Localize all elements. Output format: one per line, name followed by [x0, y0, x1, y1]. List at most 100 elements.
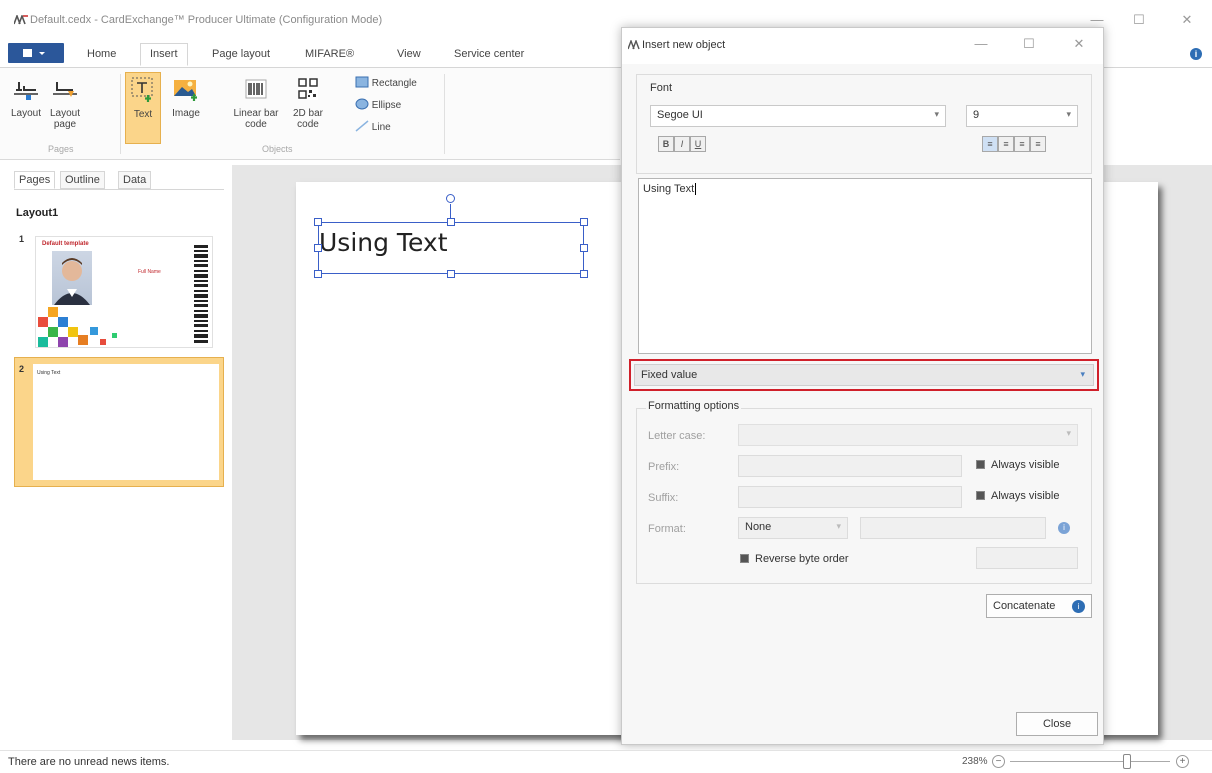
align-right-button[interactable]: ≡ [1014, 136, 1030, 152]
rectangle-button[interactable]: Rectangle [355, 76, 417, 89]
text-value-area[interactable]: Using Text [638, 178, 1092, 354]
source-value: Fixed value [641, 369, 698, 381]
format-mask-input[interactable] [860, 517, 1046, 539]
text-object[interactable]: Using Text [318, 222, 584, 274]
group-separator [444, 74, 445, 154]
objects-group-label: Objects [262, 144, 293, 154]
zoom-slider-track[interactable] [1010, 761, 1170, 762]
resize-handle[interactable] [580, 218, 588, 226]
file-menu-button[interactable] [8, 43, 64, 63]
zoom-out-button[interactable]: − [992, 755, 1005, 768]
page-thumbnail-1[interactable]: 1 Default template Full Name [14, 229, 224, 348]
page-number: 2 [19, 364, 25, 374]
card-preview: Default template Full Name [35, 236, 213, 348]
reverse-byte-order-checkbox[interactable]: Reverse byte order [740, 553, 849, 565]
resize-handle[interactable] [580, 270, 588, 278]
layout-page-button[interactable]: Layout page [44, 74, 86, 130]
dialog-maximize-button[interactable]: ☐ [1014, 32, 1044, 56]
canvas-text: Using Text [319, 228, 448, 257]
app-logo-icon [13, 13, 28, 25]
always-visible-label: Always visible [991, 490, 1060, 502]
qr-code-icon [294, 74, 322, 104]
italic-button[interactable]: I [674, 136, 690, 152]
2d-barcode-label-2: code [297, 119, 319, 130]
chevron-down-icon: ▾ [934, 109, 939, 119]
suffix-input[interactable] [738, 486, 962, 508]
image-button[interactable]: Image [164, 74, 208, 119]
zoom-slider-thumb[interactable] [1123, 754, 1131, 769]
tab-page-layout[interactable]: Page layout [212, 48, 270, 60]
prefix-input[interactable] [738, 455, 962, 477]
resize-handle[interactable] [447, 218, 455, 226]
close-button[interactable]: ✕ [1172, 8, 1202, 32]
zoom-in-button[interactable]: + [1176, 755, 1189, 768]
rectangle-icon [355, 76, 369, 88]
plus-icon: + [1179, 756, 1186, 767]
layout-page-label-2: page [53, 119, 77, 130]
dialog-close-btn[interactable]: Close [1016, 712, 1098, 736]
rotation-handle[interactable] [446, 194, 455, 203]
panel-tab-data[interactable]: Data [118, 171, 152, 189]
ribbon-insert-panel: Layout Layout page Pages Text Image Line… [0, 68, 620, 160]
letter-case-label: Letter case: [648, 430, 706, 442]
align-center-button[interactable]: ≡ [998, 136, 1014, 152]
ellipse-button[interactable]: Ellipse [355, 98, 401, 111]
tab-insert[interactable]: Insert [140, 43, 188, 66]
source-dropdown[interactable]: Fixed value ▾ [634, 364, 1094, 386]
barcode-icon [242, 74, 270, 104]
resize-handle[interactable] [314, 218, 322, 226]
info-icon[interactable]: i [1058, 522, 1070, 534]
align-justify-button[interactable]: ≡ [1030, 136, 1046, 152]
text-icon [129, 75, 157, 105]
concatenate-label: Concatenate [993, 600, 1056, 612]
dialog-minimize-button[interactable]: — [966, 32, 996, 56]
card-title: Default template [42, 241, 89, 247]
maximize-icon: ☐ [1023, 36, 1035, 51]
layout-label: Layout [10, 108, 42, 119]
format-label: Format: [648, 523, 686, 535]
2d-barcode-label-1: 2D bar [292, 108, 323, 119]
font-name-dropdown[interactable]: Segoe UI ▾ [650, 105, 946, 127]
resize-handle[interactable] [314, 270, 322, 278]
tab-view[interactable]: View [397, 48, 421, 60]
layout-name: Layout1 [16, 207, 59, 219]
close-icon: ✕ [1073, 36, 1085, 51]
text-button[interactable]: Text [125, 72, 161, 144]
prefix-always-visible-checkbox[interactable]: Always visible [976, 459, 1059, 471]
tab-service-center[interactable]: Service center [454, 48, 524, 60]
dialog-title: Insert new object [642, 39, 726, 51]
resize-handle[interactable] [580, 244, 588, 252]
format-dropdown[interactable]: None ▾ [738, 517, 848, 539]
resize-handle[interactable] [314, 244, 322, 252]
align-left-button[interactable]: ≡ [982, 136, 998, 152]
zoom-level: 238% [962, 756, 988, 767]
resize-handle[interactable] [447, 270, 455, 278]
layout-button[interactable]: Layout [8, 74, 44, 119]
help-icon[interactable]: i [1190, 48, 1202, 60]
suffix-always-visible-checkbox[interactable]: Always visible [976, 490, 1059, 502]
letter-case-dropdown[interactable]: ▾ [738, 424, 1078, 446]
ellipse-icon [355, 98, 369, 110]
linear-barcode-button[interactable]: Linear bar code [230, 74, 282, 130]
font-name-value: Segoe UI [657, 109, 703, 121]
underline-button[interactable]: U [690, 136, 706, 152]
minus-icon: − [995, 756, 1002, 767]
dialog-close-button[interactable]: ✕ [1064, 32, 1094, 56]
news-status: There are no unread news items. [8, 756, 170, 768]
concatenate-button[interactable]: Concatenate i [986, 594, 1092, 618]
tab-home[interactable]: Home [87, 48, 116, 60]
chevron-down-icon: ▾ [1066, 109, 1071, 119]
line-button[interactable]: Line [355, 120, 391, 133]
bold-button[interactable]: B [658, 136, 674, 152]
byte-order-input[interactable] [976, 547, 1078, 569]
font-size-dropdown[interactable]: 9 ▾ [966, 105, 1078, 127]
maximize-button[interactable]: ☐ [1124, 8, 1154, 32]
text-value: Using Text [643, 183, 695, 195]
tab-mifare[interactable]: MIFARE® [305, 48, 354, 60]
format-value: None [745, 521, 772, 533]
2d-barcode-button[interactable]: 2D bar code [290, 74, 326, 130]
panel-tab-outline[interactable]: Outline [60, 171, 105, 189]
panel-tab-pages[interactable]: Pages [14, 171, 56, 189]
align-left-icon: ≡ [987, 139, 993, 149]
page-thumbnail-2[interactable]: 2 Using Text [14, 357, 224, 487]
